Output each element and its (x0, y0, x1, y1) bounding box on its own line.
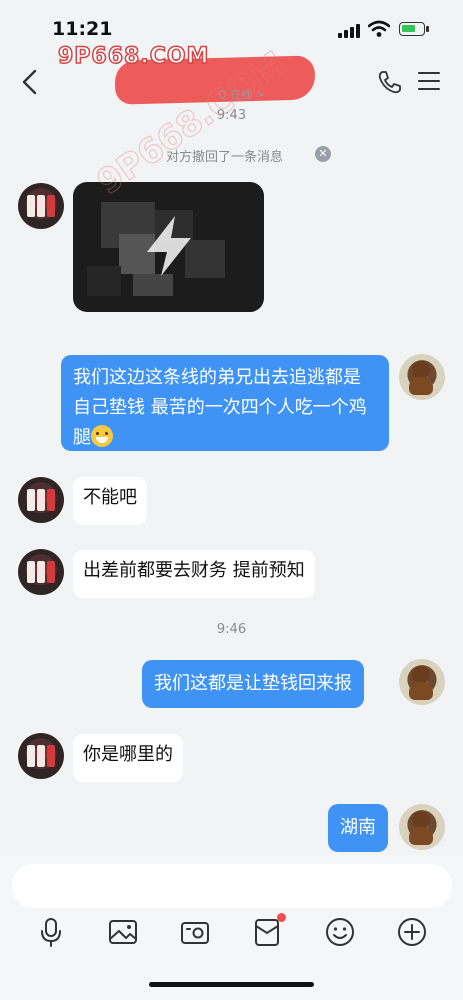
close-icon[interactable]: ✕ (315, 146, 331, 162)
signal-icon (338, 24, 362, 38)
home-indicator (149, 982, 314, 987)
my-avatar[interactable] (399, 659, 445, 705)
grin-emoji-icon (91, 425, 113, 447)
menu-button[interactable] (418, 72, 442, 92)
microphone-icon[interactable] (34, 915, 68, 949)
lightning-icon (147, 216, 191, 276)
contact-avatar[interactable] (18, 549, 64, 595)
watermark-logo: 9P668.COM (57, 43, 210, 70)
message-bubble-sent[interactable]: 湖南 (328, 804, 388, 852)
my-avatar[interactable] (399, 804, 445, 850)
message-bubble-received[interactable]: 出差前都要去财务 提前预知 (73, 550, 315, 598)
message-text: 我们这边这条线的弟兄出去追逃都是自己垫钱 最苦的一次四个人吃一个鸡腿 (73, 367, 367, 448)
plus-icon[interactable] (395, 915, 429, 949)
contact-avatar[interactable] (18, 733, 64, 779)
battery-icon (399, 22, 429, 36)
message-text: 你是哪里的 (83, 744, 173, 765)
notification-dot (277, 913, 286, 922)
message-bubble-received[interactable]: 你是哪里的 (73, 734, 183, 782)
message-text: 我们这都是让垫钱回来报 (154, 673, 352, 694)
my-avatar[interactable] (399, 354, 445, 400)
message-text: 湖南 (340, 817, 376, 838)
back-button[interactable] (18, 68, 42, 96)
status-time: 11:21 (52, 18, 113, 40)
contact-avatar[interactable] (18, 477, 64, 523)
emoji-icon[interactable] (323, 915, 357, 949)
message-text: 出差前都要去财务 提前预知 (83, 560, 305, 581)
image-icon[interactable] (106, 915, 140, 949)
contact-avatar[interactable] (18, 183, 64, 229)
message-bubble-sent[interactable]: 我们这都是让垫钱回来报 (142, 660, 364, 708)
image-message[interactable] (73, 182, 264, 312)
message-input[interactable] (12, 864, 452, 908)
message-bubble-received[interactable]: 不能吧 (73, 477, 147, 525)
phone-button[interactable] (376, 68, 404, 96)
message-text: 不能吧 (83, 487, 137, 508)
message-bubble-sent[interactable]: 我们这边这条线的弟兄出去追逃都是自己垫钱 最苦的一次四个人吃一个鸡腿 (61, 355, 389, 451)
wifi-icon (368, 20, 390, 37)
timestamp: 9:46 (216, 622, 247, 637)
camera-icon[interactable] (178, 915, 212, 949)
